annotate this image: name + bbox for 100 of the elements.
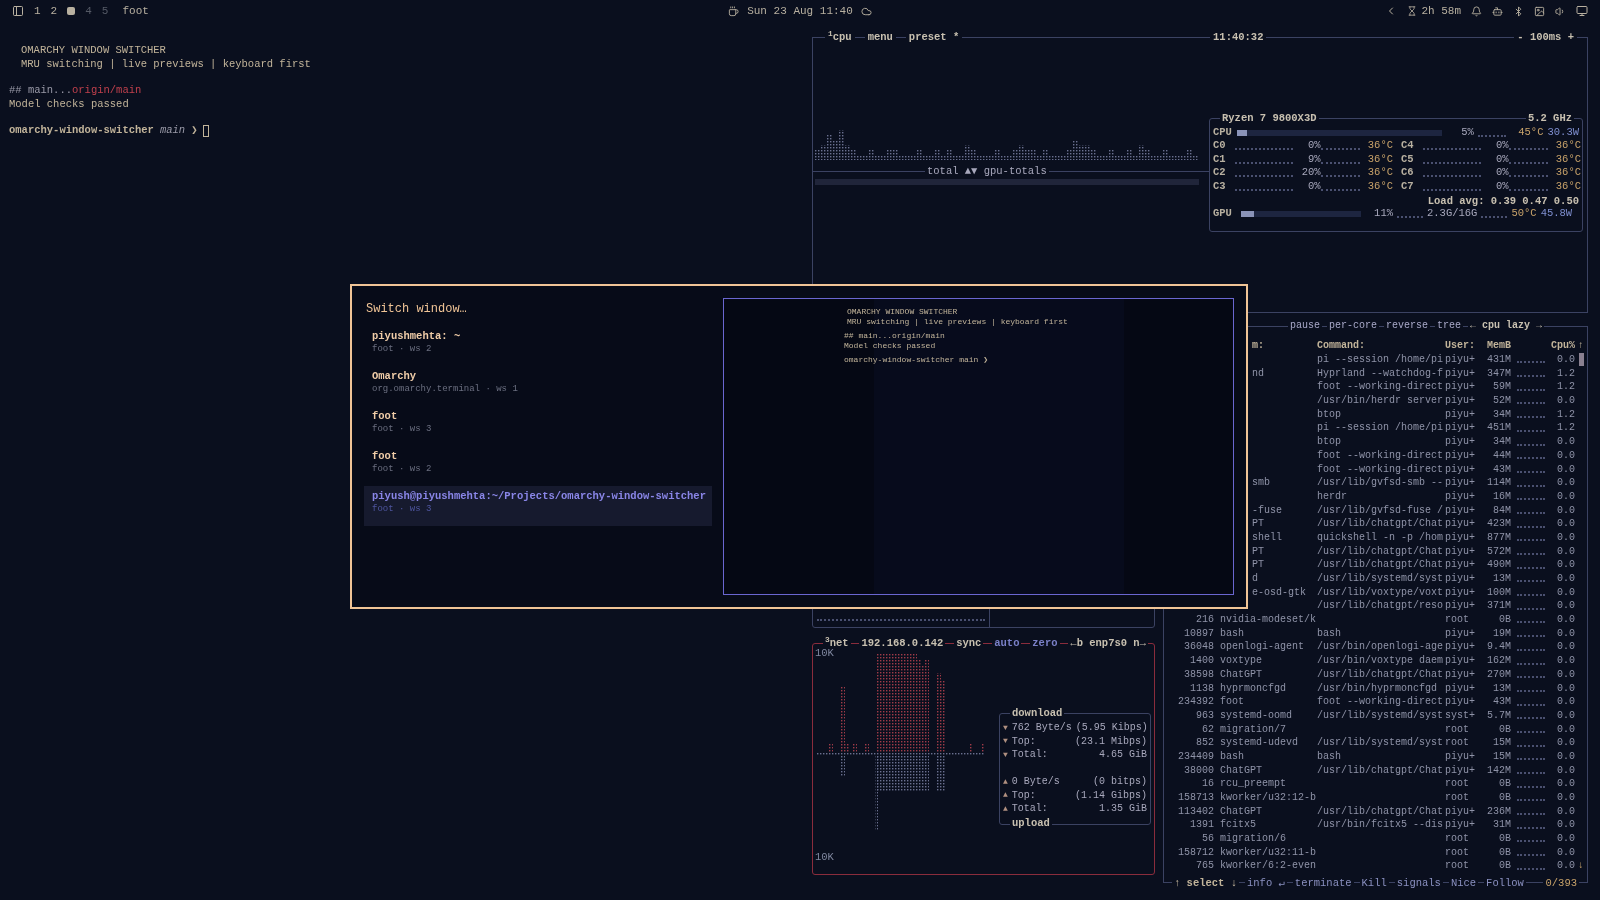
memory-cell-text: 59M [1492, 380, 1511, 395]
cpu-sparkline [1517, 538, 1545, 542]
cpu-cell-text: 0.0 [1556, 530, 1575, 545]
column-header[interactable]: MemB [1485, 338, 1511, 354]
memory-cell-text: 162M [1486, 654, 1511, 669]
core-label: C0 [1213, 138, 1227, 154]
memory-cell-text: 43M [1492, 695, 1511, 710]
cpu-sparkline [1517, 415, 1545, 419]
user-cell-text: piyu+ [1445, 667, 1476, 682]
memory-cell-text: 0B [1498, 845, 1511, 860]
cloud-icon[interactable] [860, 5, 872, 17]
window-item[interactable]: foot foot · ws 3 [364, 406, 712, 446]
column-header[interactable]: Command: [1317, 338, 1445, 354]
cpu-percent: 5% [1460, 124, 1474, 140]
pid-cell-text: 56 [1201, 832, 1214, 847]
memory-cell-text: 100M [1486, 585, 1511, 600]
memory-cell-text: 0B [1498, 722, 1511, 737]
command-cell-text: /usr/lib/chatgpt/Chat [1317, 667, 1445, 682]
status-message: Model checks passed [9, 97, 130, 111]
layout-icon[interactable] [12, 5, 24, 17]
monitor-icon[interactable] [1576, 5, 1588, 17]
user-cell-text: piyu+ [1445, 462, 1476, 477]
memory-cell-text: 877M [1486, 530, 1511, 545]
program-cell-text: PT [1251, 517, 1265, 532]
bluetooth-icon[interactable] [1513, 5, 1524, 17]
pid-cell-text: 16 [1201, 777, 1214, 792]
cpu-sparkline [1517, 469, 1545, 473]
process-action[interactable]: info ↵ [1245, 876, 1287, 890]
memory-cell-text: 0B [1498, 832, 1511, 847]
cpu-sparkline [1517, 565, 1545, 569]
user-cell-text: root [1445, 832, 1470, 847]
command-cell-text: /usr/bin/openlogi-age [1317, 640, 1445, 655]
user-cell-text: root [1445, 845, 1470, 860]
window-item[interactable]: foot foot · ws 2 [364, 446, 712, 486]
command-cell-text: bash [1317, 626, 1342, 641]
workspace-indicator[interactable] [67, 7, 76, 15]
battery-time: 2h 58m [1421, 3, 1461, 19]
program-cell-text: nvidia-modeset/k [1220, 613, 1317, 628]
column-header[interactable]: m: [1252, 338, 1317, 354]
memory-cell-text: 19M [1492, 626, 1511, 641]
memory-cell-text: 0B [1498, 777, 1511, 792]
scroll-thumb[interactable] [1579, 353, 1584, 367]
user-cell-text: piyu+ [1445, 407, 1476, 422]
user-cell-text: piyu+ [1445, 749, 1476, 764]
core-label: C3 [1213, 178, 1227, 194]
pid-cell-text: 158713 [1177, 791, 1214, 806]
coffee-icon[interactable] [728, 5, 740, 17]
process-action[interactable]: signals [1394, 876, 1443, 890]
process-action[interactable]: ↑ select ↓ [1172, 876, 1239, 890]
window-item[interactable]: Omarchy org.omarchy.terminal · ws 1 [364, 366, 712, 406]
user-cell-text: root [1445, 722, 1470, 737]
window-item[interactable]: piyush@piyushmehta:~/Projects/omarchy-window-switcher foot · ws 3 [364, 486, 712, 526]
panel-tab[interactable]: preset * [905, 30, 963, 44]
cpu-cell-text: 0.0 [1556, 845, 1575, 860]
cpu-cell-text: 0.0 [1556, 640, 1575, 655]
rate-value: 1.35 GiB [1099, 802, 1147, 817]
program-cell-text: rcu_preempt [1220, 777, 1287, 792]
process-option[interactable]: ← cpu lazy → [1468, 319, 1545, 333]
user-cell-text: piyu+ [1445, 585, 1476, 600]
cpu-sparkline [1517, 661, 1545, 665]
process-option[interactable]: per-core [1327, 319, 1380, 333]
rate-value: (5.95 Kibps) [1075, 721, 1148, 736]
cpu-temp: 45°C [1517, 124, 1544, 140]
core-percent: 0% [1307, 138, 1321, 154]
memory-cell-text: 5.7M [1486, 708, 1511, 723]
program-cell-text: migration/7 [1220, 722, 1287, 737]
bell-icon[interactable] [1471, 5, 1482, 17]
program-cell-text: hyprmoncfgd [1220, 681, 1287, 696]
cpu-sparkline [1517, 387, 1545, 391]
column-header[interactable]: Cpu% [1547, 338, 1575, 354]
program-cell-text: nd [1251, 366, 1265, 381]
user-cell-text: piyu+ [1445, 695, 1476, 710]
activity-graph [1320, 174, 1360, 177]
rate-arrow: ▲ [1003, 775, 1008, 788]
workspace-number[interactable]: 1 [34, 2, 41, 20]
program-cell-text: fcitx5 [1220, 818, 1257, 833]
cursor [203, 124, 210, 137]
cpu-label: CPU [1213, 124, 1233, 140]
volume-icon[interactable] [1555, 5, 1566, 17]
bot-icon[interactable] [1492, 5, 1503, 17]
column-header[interactable]: User: [1445, 338, 1485, 354]
cpu-sparkline [1517, 552, 1545, 555]
program-cell-text: shell [1251, 530, 1283, 545]
window-item-title: foot [372, 449, 399, 463]
activity-graph [1422, 147, 1482, 150]
window-item-title: piyushmehta: ~ [372, 329, 462, 343]
user-cell-text: piyu+ [1445, 476, 1476, 491]
core-label: C6 [1401, 165, 1415, 181]
scroll-down-arrow[interactable]: ↓ [1578, 858, 1584, 874]
pid-cell-text: 1400 [1189, 654, 1214, 669]
scroll-up-arrow[interactable]: ↑ [1578, 338, 1584, 354]
core-temp: 36°C [1554, 151, 1581, 167]
workspace-number[interactable]: 2 [50, 2, 58, 20]
window-item[interactable]: piyushmehta: ~ foot · ws 2 [364, 326, 712, 366]
network-option[interactable]: ←b enp7s0 n→ [1068, 636, 1148, 650]
picture-frame-icon[interactable] [1534, 5, 1545, 17]
process-option[interactable]: pause [1288, 319, 1322, 333]
panel-tab[interactable]: $^{1}$cpu [825, 30, 855, 44]
window-item-subtitle: org.omarchy.terminal · ws 1 [372, 383, 519, 396]
cpu-sparkline [1517, 812, 1545, 816]
